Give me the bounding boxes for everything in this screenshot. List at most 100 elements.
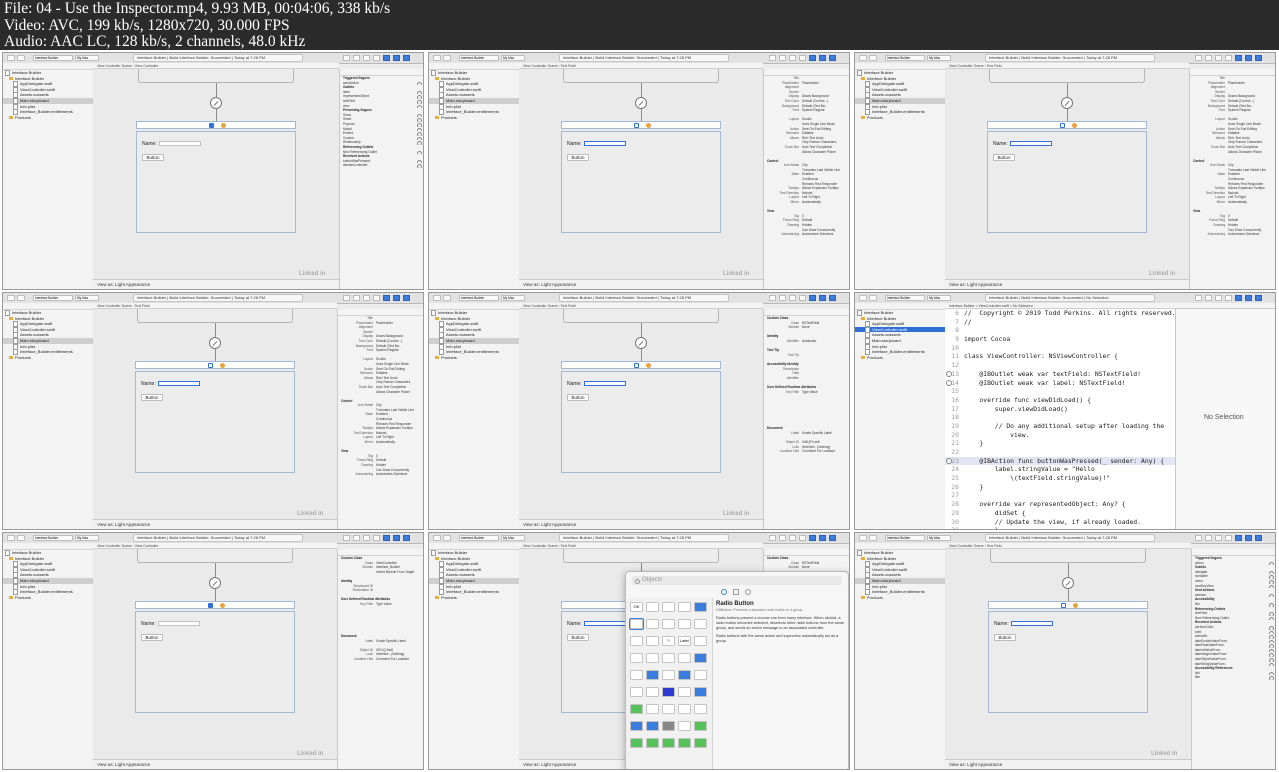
scheme-selector[interactable]: Interface Builder	[885, 55, 925, 61]
inspector-row-value[interactable]: Refuses First Responder	[376, 422, 411, 426]
navigator-item[interactable]: Products	[429, 595, 519, 601]
library-button[interactable]	[769, 295, 776, 301]
library-object-tile[interactable]	[678, 704, 691, 714]
first-responder-icon[interactable]	[221, 123, 226, 128]
inspector-row-value[interactable]: Sent On End Editing	[1228, 127, 1257, 131]
inspector-row-value[interactable]: NSTextField	[802, 561, 819, 565]
inspector-row[interactable]: dismissController:	[340, 163, 423, 168]
inspector-toggle[interactable]	[403, 295, 410, 301]
inspector-row-value[interactable]: Xcode Specific Label	[802, 431, 832, 435]
assistant-button[interactable]	[1225, 55, 1232, 61]
inspector-row-value[interactable]: None	[802, 325, 810, 329]
stop-button[interactable]	[869, 295, 877, 301]
stop-button[interactable]	[443, 55, 451, 61]
inspector-row-value[interactable]: Type Value	[802, 390, 818, 394]
debug-toggle[interactable]	[1245, 535, 1252, 541]
inspector-row-value[interactable]: Continuous	[376, 417, 392, 421]
device-selector[interactable]: My Mac	[927, 55, 951, 61]
navigator-tabs[interactable]	[855, 303, 945, 310]
code-editor[interactable]: 6 // Copyright © 2019 Todd Perkins. All r…	[945, 309, 1175, 529]
inspector-row-value[interactable]: 0	[802, 214, 804, 218]
view-controller-view[interactable]: Name: Button	[987, 131, 1147, 233]
name-label[interactable]: Name:	[142, 141, 157, 147]
inspector-row-value[interactable]: Inherit Module From Target	[376, 570, 414, 574]
object-library-popover[interactable]: Objects OK? Label Radio Button NSButton: Pre…	[625, 571, 849, 769]
assistant-button[interactable]	[799, 55, 806, 61]
library-object-tile[interactable]	[678, 670, 691, 680]
navigator-item[interactable]: Products	[3, 355, 93, 361]
library-object-tile[interactable]	[694, 602, 707, 612]
library-button[interactable]	[769, 535, 776, 541]
library-object-tile[interactable]	[662, 738, 675, 748]
inspector-row-value[interactable]: Uses Single Line Mode	[802, 122, 835, 126]
navigator-toggle[interactable]	[809, 295, 816, 301]
inspector-row-value[interactable]: Comment For Localizer	[802, 449, 835, 453]
inspector-row-value[interactable]: Hidden	[1228, 223, 1238, 227]
assistant-button[interactable]	[373, 55, 380, 61]
code-review-button[interactable]	[779, 55, 786, 61]
jump-bar-scene[interactable]: View Controller Scene	[97, 304, 132, 308]
library-object-tile[interactable]	[630, 704, 643, 714]
navigator-item[interactable]: Products	[3, 595, 93, 601]
device-selector[interactable]: My Mac	[501, 295, 525, 301]
name-label[interactable]: Name:	[994, 621, 1009, 627]
outlet-connection-icon[interactable]	[946, 379, 952, 386]
debug-toggle[interactable]	[819, 55, 826, 61]
inspector-row-value[interactable]: Comment For Localizer	[376, 657, 409, 661]
library-object-tile[interactable]	[678, 687, 691, 697]
library-button[interactable]	[1195, 55, 1202, 61]
inspector-row-value[interactable]: Autoresizes Subviews	[1228, 232, 1259, 236]
inspector-tabs[interactable]	[338, 309, 423, 316]
inspector-row-value[interactable]: Can Draw Concurrently	[1228, 228, 1261, 232]
jump-bar-scene[interactable]: View Controller Scene	[523, 304, 558, 308]
inspector-row-value[interactable]: System Regular	[376, 348, 399, 352]
jump-bar-scene[interactable]: View Controller Scene	[97, 544, 132, 548]
scheme-selector[interactable]: Interface Builder	[33, 535, 73, 541]
object-grid[interactable]: OK? Label	[626, 598, 713, 769]
stop-button[interactable]	[869, 55, 877, 61]
jump-bar-scene[interactable]: View Controller Scene	[523, 64, 558, 68]
inspector-row-value[interactable]: Allows Character Picker	[802, 150, 836, 154]
debug-toggle[interactable]	[819, 295, 826, 301]
inspector-row-value[interactable]: Default	[376, 458, 386, 462]
storyboard-canvas[interactable]: Name: Button	[93, 69, 339, 279]
storyboard-canvas[interactable]: Name: Button	[519, 69, 763, 279]
window-controller-top[interactable]	[137, 309, 293, 323]
stop-button[interactable]	[17, 535, 25, 541]
inspector-toggle[interactable]	[829, 55, 836, 61]
inspector-row-value[interactable]: Truncates Last Visible Line	[802, 168, 840, 172]
name-text-field[interactable]	[584, 381, 626, 386]
library-button[interactable]	[343, 55, 350, 61]
inspector-row-value[interactable]: None	[802, 565, 810, 569]
jump-bar-scene[interactable]: View Controller Scene	[949, 544, 984, 548]
jump-bar[interactable]: View Controller Scene › Text Field	[519, 303, 763, 309]
library-object-tile[interactable]	[694, 704, 707, 714]
library-object-tile[interactable]: OK	[630, 602, 643, 612]
view-controller-icon[interactable]	[209, 123, 214, 128]
button[interactable]: Button	[141, 634, 163, 641]
jump-bar-item[interactable]: Text Field	[561, 544, 576, 548]
inspector-row-value[interactable]: Only Roman Characters	[1228, 140, 1262, 144]
library-object-tile[interactable]	[630, 687, 643, 697]
run-button[interactable]	[433, 295, 441, 301]
button[interactable]: Button	[567, 634, 589, 641]
navigator-toggle[interactable]	[383, 55, 390, 61]
inspector-row-value[interactable]: Automatically	[1228, 200, 1247, 204]
name-label[interactable]: Name:	[141, 621, 156, 627]
assistant-button[interactable]	[799, 535, 806, 541]
jump-bar[interactable]: View Controller Scene › Text Field	[519, 63, 763, 69]
jump-bar[interactable]: View Controller Scene › View Controller	[93, 543, 337, 549]
stop-button[interactable]	[443, 535, 451, 541]
inspector-row-value[interactable]: Refuses First Responder	[1228, 182, 1263, 186]
inspector-row[interactable]: Autoresizing Autoresizes Subviews	[1190, 232, 1275, 237]
inspector-row-value[interactable]: Left To Right	[1228, 195, 1246, 199]
library-object-tile[interactable]	[694, 721, 707, 731]
library-object-tile[interactable]	[662, 670, 675, 680]
inspector-row-value[interactable]: Automatically	[802, 200, 821, 204]
inspector-row-value[interactable]: Default (Control...)	[376, 339, 402, 343]
library-object-tile[interactable]	[646, 721, 659, 731]
connection-circle[interactable]	[1269, 676, 1274, 681]
inspector-tabs[interactable]	[338, 549, 423, 556]
button[interactable]: Button	[141, 394, 163, 401]
inspector-row-value[interactable]: ViewController	[376, 561, 397, 565]
